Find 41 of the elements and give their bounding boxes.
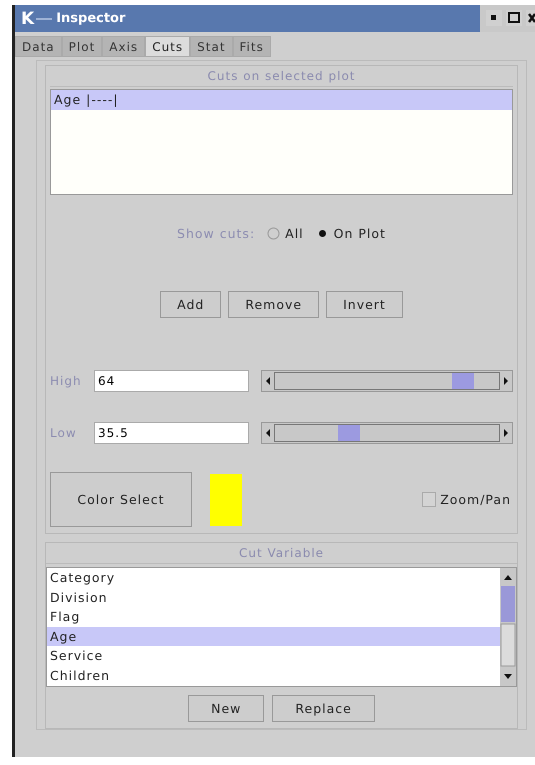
list-item[interactable]: Division (47, 588, 500, 607)
maximize-icon[interactable] (506, 10, 522, 26)
range-label: Low (50, 426, 78, 440)
range-label: High (50, 374, 83, 388)
list-item[interactable]: Service (47, 646, 500, 666)
color-select-button[interactable]: Color Select (50, 472, 192, 527)
dialog-button[interactable]: New (188, 695, 264, 722)
tab[interactable]: Fits (232, 36, 271, 57)
list-item[interactable]: Flag (47, 607, 500, 626)
window-title: Inspector (56, 11, 126, 26)
list-item[interactable]: Children (47, 666, 500, 685)
tab[interactable]: Plot (62, 36, 102, 57)
list-item[interactable]: Category (47, 568, 500, 588)
radio-button[interactable]: All (267, 226, 304, 240)
range-slider[interactable] (261, 422, 513, 444)
action-button[interactable]: Invert (326, 291, 403, 318)
action-button[interactable]: Add (160, 291, 222, 318)
color-swatch[interactable] (210, 474, 242, 526)
minimize-icon[interactable] (486, 10, 502, 26)
close-icon[interactable] (526, 10, 535, 26)
tab[interactable]: Axis (102, 36, 146, 57)
slider-thumb[interactable] (452, 373, 474, 389)
value-field[interactable]: 64 (94, 370, 249, 392)
tab[interactable]: Stat (190, 36, 233, 57)
dialog-button[interactable]: Replace (272, 695, 375, 722)
list-item[interactable]: Age |----| (51, 90, 512, 110)
zoom-pan-checkbox[interactable]: Zoom/Pan (422, 492, 511, 507)
action-button[interactable]: Remove (228, 291, 320, 318)
value-field[interactable]: 35.5 (94, 422, 249, 444)
slider-thumb[interactable] (338, 425, 360, 441)
group-title: Cuts on selected plot (50, 66, 513, 87)
list-item[interactable]: Age (47, 626, 500, 646)
range-slider[interactable] (261, 370, 513, 392)
app-logo: K (21, 8, 34, 28)
scrollbar-drawing[interactable] (500, 568, 516, 686)
tab[interactable]: Data (15, 36, 62, 57)
tab[interactable]: Cuts (145, 36, 190, 57)
radio-icon[interactable] (267, 226, 280, 240)
radio-button[interactable]: On Plot (316, 226, 386, 240)
show-cuts-label: Show cuts: (177, 226, 256, 240)
group-title: Cut Variable (46, 543, 517, 564)
